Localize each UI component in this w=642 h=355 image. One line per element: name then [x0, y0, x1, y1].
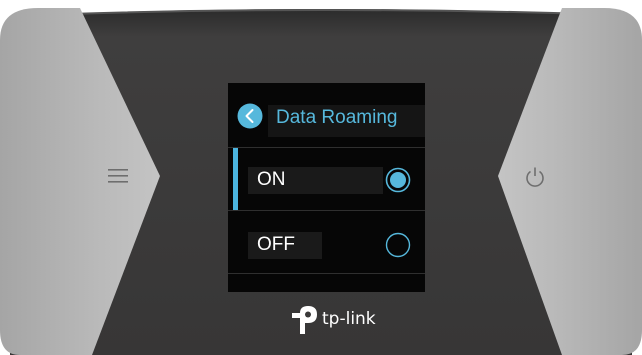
device-screen: Data Roaming ON OFF: [228, 83, 425, 292]
option-label: OFF: [257, 234, 295, 255]
radio-selected-icon[interactable]: [385, 167, 411, 193]
menu-icon[interactable]: [106, 164, 130, 188]
radio-unselected-icon[interactable]: [385, 232, 411, 258]
brand-name: tp-link: [322, 309, 376, 329]
tp-link-logo-icon: [292, 306, 317, 334]
screen-title: Data Roaming: [276, 107, 398, 128]
selection-indicator: [233, 148, 238, 210]
option-on[interactable]: ON: [228, 148, 425, 210]
chevron-left-icon[interactable]: [237, 103, 263, 129]
mobile-hotspot-device: Data Roaming ON OFF tp-link: [0, 0, 642, 355]
option-label: ON: [257, 169, 286, 190]
screen-header: Data Roaming: [228, 100, 425, 137]
option-off[interactable]: OFF: [228, 211, 425, 273]
brand-logo: tp-link: [288, 300, 388, 340]
divider: [228, 273, 425, 274]
power-icon[interactable]: [522, 164, 548, 190]
